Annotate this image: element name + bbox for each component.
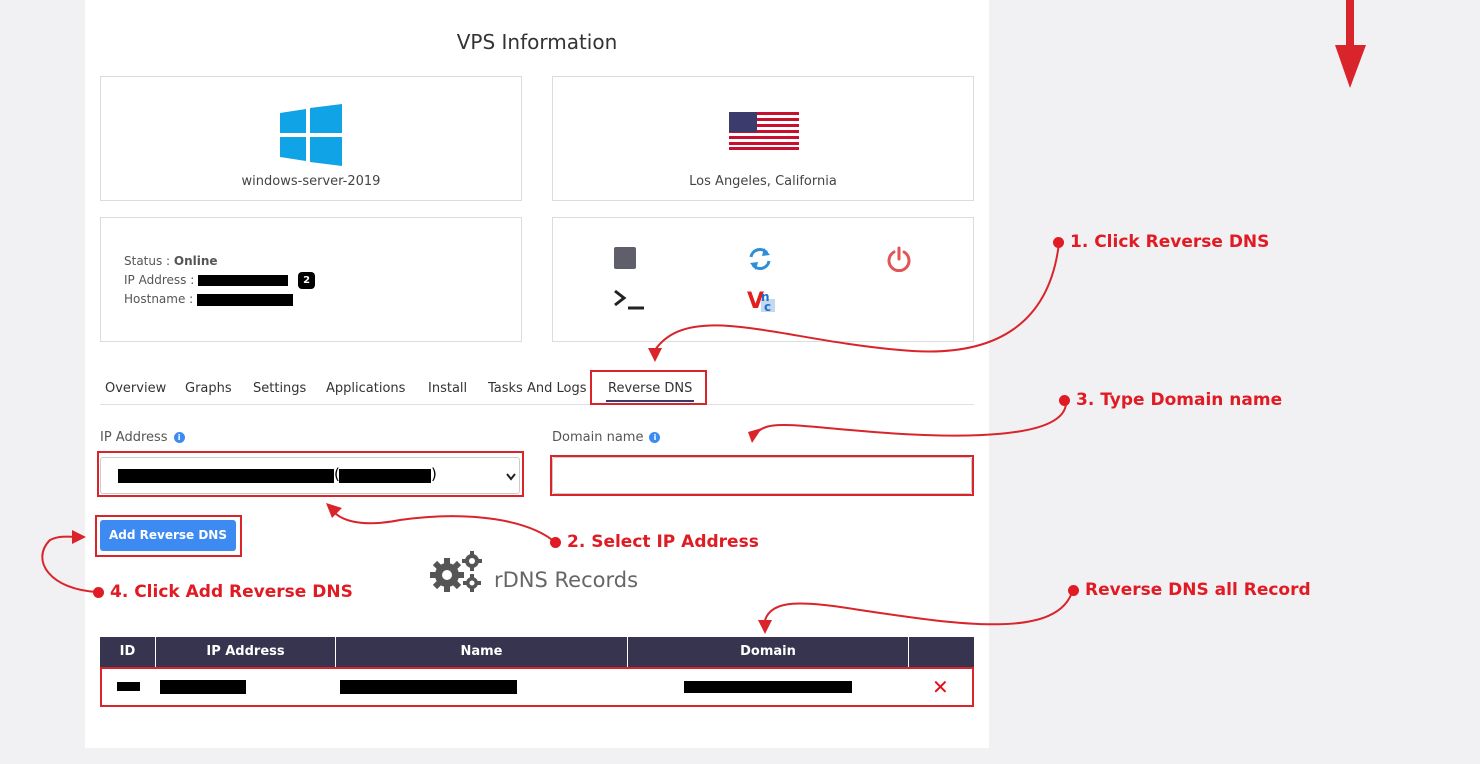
annotation-dot (93, 586, 104, 598)
annotation-step3: 3. Type Domain name (1059, 390, 1282, 410)
annotation-dot (550, 536, 561, 548)
annotation-dot (1059, 394, 1070, 406)
annotation-dot (1068, 584, 1079, 596)
annotation-step1: 1. Click Reverse DNS (1053, 232, 1269, 252)
annotation-dot (1053, 236, 1064, 248)
annotation-step4: 4. Click Add Reverse DNS (93, 582, 353, 602)
annotation-step2: 2. Select IP Address (550, 532, 759, 552)
annotation-arrows (41, 0, 1366, 634)
annotation-all-records: Reverse DNS all Record (1068, 580, 1311, 600)
